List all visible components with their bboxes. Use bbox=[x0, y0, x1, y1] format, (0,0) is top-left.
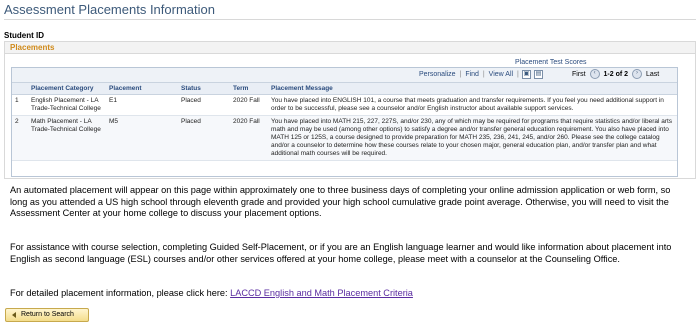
zoom-grid-icon[interactable]: ▣ bbox=[522, 70, 531, 79]
criteria-prefix: For detailed placement information, plea… bbox=[10, 288, 231, 298]
placement-category: English Placement - LA Trade-Technical C… bbox=[28, 94, 106, 116]
placements-section-title: Placements bbox=[5, 42, 695, 54]
table-row: 1 English Placement - LA Trade-Technical… bbox=[12, 94, 677, 116]
return-to-search-button[interactable]: Return to Search bbox=[5, 308, 89, 322]
last-label: Last bbox=[645, 71, 660, 78]
grid-navbar: Personalize | Find | View All | ▣ ▤ Firs… bbox=[12, 68, 677, 83]
view-all-link[interactable]: View All bbox=[489, 71, 513, 78]
column-header: Placement bbox=[106, 83, 178, 95]
placement-status: Placed bbox=[178, 115, 230, 161]
column-header: Status bbox=[178, 83, 230, 95]
return-button-label: Return to Search bbox=[21, 311, 74, 318]
criteria-info: For detailed placement information, plea… bbox=[10, 288, 413, 300]
placements-section: Placements Placement Test Scores Persona… bbox=[4, 41, 696, 179]
download-icon[interactable]: ▤ bbox=[534, 70, 543, 79]
personalize-link[interactable]: Personalize bbox=[419, 71, 456, 78]
placements-grid: Personalize | Find | View All | ▣ ▤ Firs… bbox=[11, 67, 678, 177]
column-header: Placement Message bbox=[268, 83, 677, 95]
automated-placement-info: An automated placement will appear on th… bbox=[10, 185, 671, 219]
title-divider bbox=[4, 19, 696, 20]
column-header: Placement Category bbox=[28, 83, 106, 95]
table-header-row: Placement Category Placement Status Term… bbox=[12, 83, 677, 95]
previous-icon[interactable]: ‹ bbox=[589, 69, 600, 80]
placement-status: Placed bbox=[178, 94, 230, 116]
student-id-label: Student ID bbox=[4, 31, 44, 40]
placement-message: You have placed into MATH 215, 227, 227S… bbox=[268, 115, 677, 161]
page-title: Assessment Placements Information bbox=[4, 2, 215, 17]
next-icon[interactable]: › bbox=[631, 69, 642, 80]
row-range: 1-2 of 2 bbox=[603, 71, 629, 78]
row-number: 2 bbox=[12, 115, 28, 161]
placement-code: M5 bbox=[106, 115, 178, 161]
placement-message: You have placed into ENGLISH 101, a cour… bbox=[268, 94, 677, 116]
placement-term: 2020 Fall bbox=[230, 94, 268, 116]
column-header: Term bbox=[230, 83, 268, 95]
find-link[interactable]: Find bbox=[465, 71, 479, 78]
grid-caption: Placement Test Scores bbox=[515, 59, 587, 66]
placement-code: E1 bbox=[106, 94, 178, 116]
placement-term: 2020 Fall bbox=[230, 115, 268, 161]
placement-category: Math Placement - LA Trade-Technical Coll… bbox=[28, 115, 106, 161]
placement-criteria-link[interactable]: LACCD English and Math Placement Criteri… bbox=[230, 288, 413, 298]
assistance-info: For assistance with course selection, co… bbox=[10, 242, 672, 264]
return-arrow-icon bbox=[12, 312, 16, 318]
row-number: 1 bbox=[12, 94, 28, 116]
table-row: 2 Math Placement - LA Trade-Technical Co… bbox=[12, 115, 677, 161]
first-label: First bbox=[572, 71, 586, 78]
placements-table: Placement Category Placement Status Term… bbox=[12, 83, 677, 161]
